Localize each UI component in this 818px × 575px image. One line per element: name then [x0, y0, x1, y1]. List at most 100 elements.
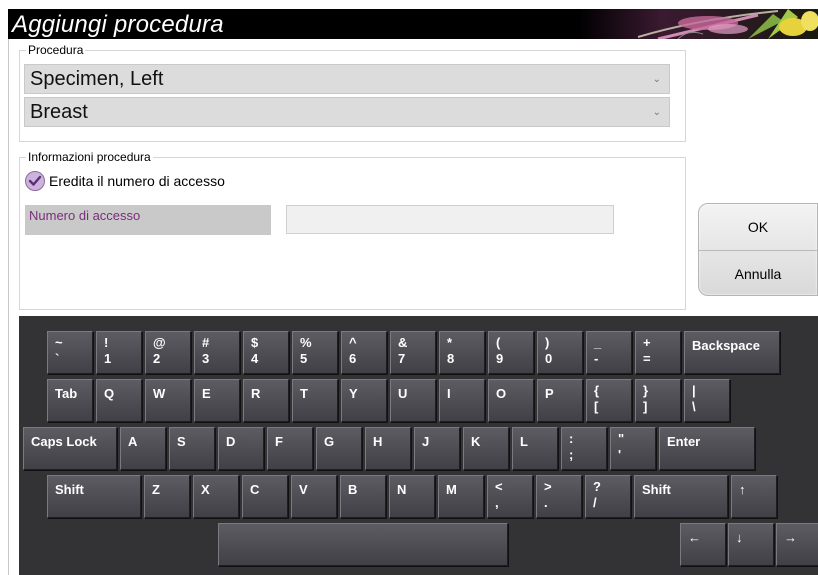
key-l[interactable]: L [512, 427, 558, 470]
key-base-symbol: 0 [545, 351, 553, 366]
key-base-symbol: . [544, 495, 548, 510]
key-arrow-right[interactable]: → [776, 523, 818, 566]
key-label: O [496, 386, 507, 401]
key-3[interactable]: #3 [194, 331, 240, 374]
key-6[interactable]: ^ 6 [341, 331, 387, 374]
key-base-symbol: ' [618, 447, 622, 462]
key-shift-symbol: : [569, 431, 574, 446]
cancel-button[interactable]: Annulla [699, 250, 817, 295]
key-4[interactable]: $4 [243, 331, 289, 374]
key-q[interactable]: Q [96, 379, 142, 422]
key-label: Shift [642, 482, 671, 497]
action-button-panel: OK Annulla [698, 203, 818, 296]
checkmark-icon[interactable] [25, 171, 45, 191]
key-r[interactable]: R [243, 379, 289, 422]
key-h[interactable]: H [365, 427, 411, 470]
key-8[interactable]: * 8 [439, 331, 485, 374]
key-e[interactable]: E [194, 379, 240, 422]
ok-button[interactable]: OK [699, 204, 817, 250]
key-7[interactable]: & 7 [390, 331, 436, 374]
key-symbol-1-13[interactable]: | \ [684, 379, 730, 422]
key-arrow-up[interactable]: ↑ [731, 475, 777, 518]
key-symbol-3-9[interactable]: >. [536, 475, 582, 518]
key-arrow-down[interactable]: ↓ [728, 523, 774, 566]
key-label: S [177, 434, 186, 449]
body-part-select[interactable]: Breast ⌄ [24, 97, 670, 127]
view-select[interactable]: Specimen, Left ⌄ [24, 64, 670, 94]
key-z[interactable]: Z [144, 475, 190, 518]
accession-number-field[interactable] [286, 205, 614, 234]
key-d[interactable]: D [218, 427, 264, 470]
key-enter[interactable]: Enter [659, 427, 755, 470]
key-v[interactable]: V [291, 475, 337, 518]
key-t[interactable]: T [292, 379, 338, 422]
key-arrow-left[interactable]: ← [680, 523, 726, 566]
key-9[interactable]: (9 [488, 331, 534, 374]
key-2[interactable]: @2 [145, 331, 191, 374]
key-i[interactable]: I [439, 379, 485, 422]
key-x[interactable]: X [193, 475, 239, 518]
key-shift[interactable]: Shift [634, 475, 728, 518]
key-label: ↓ [736, 530, 743, 545]
key-symbol-2-10[interactable]: :; [561, 427, 607, 470]
key-symbol-1-11[interactable]: {[ [586, 379, 632, 422]
key-base-symbol: 8 [447, 351, 455, 366]
inherit-accession-label: Eredita il numero di accesso [49, 173, 225, 189]
key-0[interactable]: ) 0 [537, 331, 583, 374]
key-label: ← [688, 530, 701, 545]
key-base-symbol: ; [569, 447, 574, 462]
key-backspace[interactable]: Backspace [684, 331, 780, 374]
key-label: U [398, 386, 408, 401]
key-label: D [226, 434, 236, 449]
key-label: Caps Lock [31, 434, 97, 449]
key-s[interactable]: S [169, 427, 215, 470]
chevron-down-icon: ⌄ [652, 107, 661, 118]
key-shift-symbol: ( [496, 335, 501, 350]
key-label: E [202, 386, 211, 401]
key-symbol-0-11[interactable]: _ - [586, 331, 632, 374]
key-w[interactable]: W [145, 379, 191, 422]
key-n[interactable]: N [389, 475, 435, 518]
key-shift-symbol: & [398, 335, 408, 350]
key-label: V [299, 482, 308, 497]
key-capslock[interactable]: Caps Lock [23, 427, 117, 470]
key-c[interactable]: C [242, 475, 288, 518]
key-symbol-2-11[interactable]: " ' [610, 427, 656, 470]
key-base-symbol: 3 [202, 351, 210, 366]
key-o[interactable]: O [488, 379, 534, 422]
key-k[interactable]: K [463, 427, 509, 470]
key-symbol-3-10[interactable]: ? / [585, 475, 631, 518]
key-g[interactable]: G [316, 427, 362, 470]
key-a[interactable]: A [120, 427, 166, 470]
key-j[interactable]: J [414, 427, 460, 470]
key-shift-symbol: @ [153, 335, 166, 350]
key-base-symbol: = [643, 351, 651, 366]
key-symbol-1-12[interactable]: }] [635, 379, 681, 422]
key-tab[interactable]: Tab [47, 379, 93, 422]
key-symbol-0-12[interactable]: + = [635, 331, 681, 374]
key-label: C [250, 482, 260, 497]
key-base-symbol: / [593, 495, 597, 510]
key-shift-symbol: { [594, 383, 600, 398]
key-f[interactable]: F [267, 427, 313, 470]
key-u[interactable]: U [390, 379, 436, 422]
key-1[interactable]: ! 1 [96, 331, 142, 374]
key-base-symbol: 1 [104, 351, 112, 366]
key-shift-symbol: | [692, 383, 696, 398]
key-base-symbol: 7 [398, 351, 406, 366]
key-shift-symbol: ~ [55, 335, 63, 350]
key-b[interactable]: B [340, 475, 386, 518]
key-p[interactable]: P [537, 379, 583, 422]
key-symbol-3-8[interactable]: <, [487, 475, 533, 518]
key-space[interactable] [218, 523, 508, 566]
inherit-accession-checkbox[interactable]: Eredita il numero di accesso [25, 170, 225, 192]
key-label: ↑ [739, 482, 746, 497]
key-m[interactable]: M [438, 475, 484, 518]
key-symbol-0-0[interactable]: ~ ` [47, 331, 93, 374]
key-shift[interactable]: Shift [47, 475, 141, 518]
key-y[interactable]: Y [341, 379, 387, 422]
key-5[interactable]: % 5 [292, 331, 338, 374]
key-shift-symbol: } [643, 383, 649, 398]
key-base-symbol: \ [692, 399, 696, 414]
key-label: M [446, 482, 457, 497]
